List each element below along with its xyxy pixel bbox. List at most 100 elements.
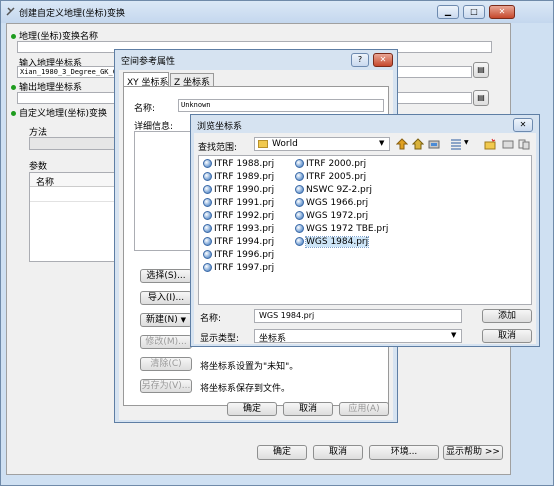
spatial-ref-close-button[interactable]: ✕ bbox=[373, 53, 393, 67]
file-item-label: ITRF 1996.prj bbox=[214, 250, 275, 260]
file-item[interactable]: ITRF 1992.prj bbox=[203, 210, 274, 222]
dropdown-arrow-icon: ▼ bbox=[180, 316, 187, 324]
close-button[interactable]: ✕ bbox=[489, 5, 515, 19]
spatial-ref-ok-button[interactable]: 确定 bbox=[227, 402, 277, 416]
save-as-button[interactable]: 另存为(V)... bbox=[140, 379, 192, 393]
file-item[interactable]: ITRF 1993.prj bbox=[203, 223, 274, 235]
name-label: 名称: bbox=[134, 104, 156, 114]
show-type-dropdown[interactable]: 坐标系 ▼ bbox=[254, 329, 462, 344]
main-cancel-button[interactable]: 取消 bbox=[313, 445, 363, 460]
close-icon: ✕ bbox=[498, 7, 506, 16]
file-item-label: ITRF 1992.prj bbox=[214, 211, 275, 221]
new-folder-icon[interactable] bbox=[484, 138, 496, 150]
environments-button[interactable]: 环境... bbox=[369, 445, 439, 460]
go-up-icon[interactable] bbox=[395, 138, 409, 150]
select-button[interactable]: 选择(S)... bbox=[140, 269, 192, 283]
file-item[interactable]: WGS 1972 TBE.prj bbox=[295, 223, 388, 235]
file-item[interactable]: WGS 1984.prj bbox=[295, 236, 370, 248]
lookin-dropdown[interactable]: World ▼ bbox=[254, 137, 390, 151]
spatial-ref-cancel-button[interactable]: 取消 bbox=[283, 402, 333, 416]
required-dot-icon bbox=[11, 34, 16, 39]
browse-title-bar[interactable]: 浏览坐标系 ✕ bbox=[191, 115, 539, 133]
globe-icon bbox=[295, 198, 304, 207]
browse-dialog: 浏览坐标系 ✕ 查找范围: World ▼ ▼ ITRF 1988.prj ITR… bbox=[190, 114, 540, 347]
spatial-ref-title-bar[interactable]: 空间参考属性 ? ✕ bbox=[115, 50, 397, 68]
chevron-down-icon: ▼ bbox=[379, 139, 385, 147]
required-dot-icon bbox=[11, 111, 16, 116]
globe-icon bbox=[295, 224, 304, 233]
lookin-value: World bbox=[272, 139, 298, 149]
method-dropdown[interactable] bbox=[29, 137, 119, 150]
file-item[interactable]: WGS 1966.prj bbox=[295, 197, 368, 209]
file-item[interactable]: ITRF 1991.prj bbox=[203, 197, 274, 209]
help-button[interactable]: ? bbox=[351, 53, 369, 67]
show-help-button[interactable]: 显示帮助 >> bbox=[443, 445, 503, 460]
file-item-label: ITRF 1988.prj bbox=[214, 159, 275, 169]
home-icon[interactable] bbox=[411, 138, 425, 150]
app-icon bbox=[6, 6, 16, 16]
file-list-column-2: ITRF 2000.prj ITRF 2005.prj NSWC 9Z-2.prj W… bbox=[295, 158, 405, 298]
file-item-label: NSWC 9Z-2.prj bbox=[306, 185, 372, 195]
new-button[interactable]: 新建(N) ▼ bbox=[140, 313, 192, 327]
view-list-icon[interactable] bbox=[450, 138, 462, 150]
file-item-label: ITRF 1989.prj bbox=[214, 172, 275, 182]
import-button[interactable]: 导入(I)... bbox=[140, 291, 192, 305]
output-gcs-browse-button[interactable]: ▤ bbox=[473, 90, 489, 106]
clear-button[interactable]: 清除(C) bbox=[140, 357, 192, 371]
spatial-ref-title: 空间参考属性 bbox=[121, 57, 176, 67]
maximize-button[interactable]: □ bbox=[463, 5, 485, 19]
params-table[interactable]: 名称 bbox=[29, 172, 119, 262]
globe-icon bbox=[295, 159, 304, 168]
globe-icon bbox=[295, 237, 304, 246]
apply-button[interactable]: 应用(A) bbox=[339, 402, 389, 416]
name-field[interactable]: Unknown bbox=[178, 99, 384, 112]
browse-name-label: 名称: bbox=[200, 314, 222, 324]
lookin-label: 查找范围: bbox=[198, 143, 238, 153]
file-item[interactable]: ITRF 2005.prj bbox=[295, 171, 366, 183]
file-item[interactable]: WGS 1972.prj bbox=[295, 210, 368, 222]
file-list[interactable]: ITRF 1988.prj ITRF 1989.prj ITRF 1990.prj I… bbox=[198, 155, 532, 305]
required-dot-icon bbox=[11, 85, 16, 90]
browse-close-button[interactable]: ✕ bbox=[513, 118, 533, 132]
file-item[interactable]: ITRF 1990.prj bbox=[203, 184, 274, 196]
globe-icon bbox=[203, 198, 212, 207]
modify-button[interactable]: 修改(M)... bbox=[140, 335, 192, 349]
catalog-icon[interactable] bbox=[518, 138, 530, 150]
file-item-label: ITRF 1990.prj bbox=[214, 185, 275, 195]
browse-cancel-button[interactable]: 取消 bbox=[482, 329, 532, 343]
name-value: Unknown bbox=[181, 101, 211, 109]
params-label: 参数 bbox=[29, 162, 48, 172]
add-button[interactable]: 添加 bbox=[482, 309, 532, 323]
connect-folder-icon[interactable] bbox=[428, 138, 440, 150]
minimize-icon: ▁ bbox=[444, 7, 452, 16]
save-description: 将坐标系保存到文件。 bbox=[200, 384, 291, 394]
globe-icon bbox=[203, 159, 212, 168]
view-dropdown-arrow-icon[interactable]: ▼ bbox=[464, 139, 469, 146]
file-item[interactable]: ITRF 1996.prj bbox=[203, 249, 274, 261]
file-item-label: WGS 1972.prj bbox=[306, 211, 369, 221]
browse-name-field[interactable]: WGS 1984.prj bbox=[254, 309, 462, 323]
file-item[interactable]: ITRF 1988.prj bbox=[203, 158, 274, 170]
globe-icon bbox=[203, 185, 212, 194]
show-type-value: 坐标系 bbox=[259, 334, 287, 344]
tab-xy[interactable]: XY 坐标系 bbox=[123, 72, 169, 88]
main-title-bar[interactable]: 创建自定义地理(坐标)变换 ▁ □ ✕ bbox=[1, 1, 553, 23]
question-icon: ? bbox=[357, 55, 363, 64]
close-icon: ✕ bbox=[379, 55, 387, 64]
file-list-column-1: ITRF 1988.prj ITRF 1989.prj ITRF 1990.prj I… bbox=[203, 158, 293, 298]
globe-icon bbox=[295, 172, 304, 181]
file-item[interactable]: ITRF 2000.prj bbox=[295, 158, 366, 170]
disconnect-icon[interactable] bbox=[502, 138, 514, 150]
file-item[interactable]: ITRF 1997.prj bbox=[203, 262, 274, 274]
file-item[interactable]: NSWC 9Z-2.prj bbox=[295, 184, 372, 196]
browse-title: 浏览坐标系 bbox=[197, 122, 243, 132]
minimize-button[interactable]: ▁ bbox=[437, 5, 459, 19]
file-item[interactable]: ITRF 1989.prj bbox=[203, 171, 274, 183]
input-gcs-browse-button[interactable]: ▤ bbox=[473, 62, 489, 78]
globe-icon bbox=[295, 211, 304, 220]
file-item[interactable]: ITRF 1994.prj bbox=[203, 236, 274, 248]
params-col-name: 名称 bbox=[36, 178, 55, 188]
main-ok-button[interactable]: 确定 bbox=[257, 445, 307, 460]
show-type-label: 显示类型: bbox=[200, 334, 240, 344]
tab-z[interactable]: Z 坐标系 bbox=[170, 73, 214, 88]
